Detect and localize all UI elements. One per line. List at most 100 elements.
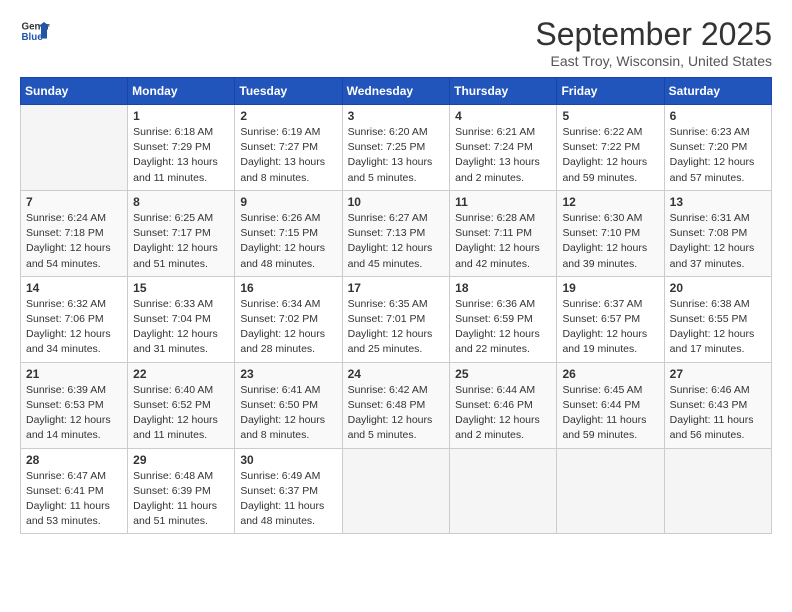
day-info: Sunrise: 6:31 AMSunset: 7:08 PMDaylight:… xyxy=(670,211,766,272)
day-info: Sunrise: 6:44 AMSunset: 6:46 PMDaylight:… xyxy=(455,383,551,444)
calendar-cell xyxy=(557,448,664,534)
calendar-cell: 2 Sunrise: 6:19 AMSunset: 7:27 PMDaylight… xyxy=(235,105,342,191)
day-info: Sunrise: 6:42 AMSunset: 6:48 PMDaylight:… xyxy=(348,383,445,444)
day-info: Sunrise: 6:47 AMSunset: 6:41 PMDaylight:… xyxy=(26,469,122,530)
day-number: 18 xyxy=(455,281,551,295)
day-number: 23 xyxy=(240,367,336,381)
day-info: Sunrise: 6:18 AMSunset: 7:29 PMDaylight:… xyxy=(133,125,229,186)
calendar-cell: 6 Sunrise: 6:23 AMSunset: 7:20 PMDaylight… xyxy=(664,105,771,191)
calendar-cell: 27 Sunrise: 6:46 AMSunset: 6:43 PMDayligh… xyxy=(664,362,771,448)
day-number: 29 xyxy=(133,453,229,467)
day-info: Sunrise: 6:25 AMSunset: 7:17 PMDaylight:… xyxy=(133,211,229,272)
calendar-cell: 5 Sunrise: 6:22 AMSunset: 7:22 PMDaylight… xyxy=(557,105,664,191)
calendar-cell: 4 Sunrise: 6:21 AMSunset: 7:24 PMDaylight… xyxy=(450,105,557,191)
day-info: Sunrise: 6:39 AMSunset: 6:53 PMDaylight:… xyxy=(26,383,122,444)
calendar-cell: 11Sunrise: 6:28 AMSunset: 7:11 PMDayligh… xyxy=(450,190,557,276)
col-wednesday: Wednesday xyxy=(342,78,450,105)
logo: General Blue xyxy=(20,16,50,46)
day-number: 17 xyxy=(348,281,445,295)
calendar-cell: 7 Sunrise: 6:24 AMSunset: 7:18 PMDaylight… xyxy=(21,190,128,276)
day-number: 2 xyxy=(240,109,336,123)
col-sunday: Sunday xyxy=(21,78,128,105)
calendar-cell xyxy=(21,105,128,191)
calendar-cell: 23 Sunrise: 6:41 AMSunset: 6:50 PMDayligh… xyxy=(235,362,342,448)
calendar-cell: 1 Sunrise: 6:18 AMSunset: 7:29 PMDaylight… xyxy=(128,105,235,191)
day-info: Sunrise: 6:28 AMSunset: 7:11 PMDaylight:… xyxy=(455,211,551,272)
calendar-header-row: Sunday Monday Tuesday Wednesday Thursday… xyxy=(21,78,772,105)
calendar-cell: 29Sunrise: 6:48 AMSunset: 6:39 PMDayligh… xyxy=(128,448,235,534)
calendar-cell: 21 Sunrise: 6:39 AMSunset: 6:53 PMDayligh… xyxy=(21,362,128,448)
calendar-week-row: 1 Sunrise: 6:18 AMSunset: 7:29 PMDaylight… xyxy=(21,105,772,191)
day-number: 16 xyxy=(240,281,336,295)
calendar-week-row: 14 Sunrise: 6:32 AMSunset: 7:06 PMDayligh… xyxy=(21,276,772,362)
calendar-cell: 26Sunrise: 6:45 AMSunset: 6:44 PMDayligh… xyxy=(557,362,664,448)
day-info: Sunrise: 6:24 AMSunset: 7:18 PMDaylight:… xyxy=(26,211,122,272)
calendar-week-row: 28 Sunrise: 6:47 AMSunset: 6:41 PMDayligh… xyxy=(21,448,772,534)
month-title: September 2025 xyxy=(535,16,772,53)
calendar-cell: 14 Sunrise: 6:32 AMSunset: 7:06 PMDayligh… xyxy=(21,276,128,362)
day-info: Sunrise: 6:34 AMSunset: 7:02 PMDaylight:… xyxy=(240,297,336,358)
calendar-cell xyxy=(450,448,557,534)
day-info: Sunrise: 6:45 AMSunset: 6:44 PMDaylight:… xyxy=(562,383,658,444)
calendar-cell: 17Sunrise: 6:35 AMSunset: 7:01 PMDayligh… xyxy=(342,276,450,362)
day-info: Sunrise: 6:19 AMSunset: 7:27 PMDaylight:… xyxy=(240,125,336,186)
day-info: Sunrise: 6:41 AMSunset: 6:50 PMDaylight:… xyxy=(240,383,336,444)
day-info: Sunrise: 6:30 AMSunset: 7:10 PMDaylight:… xyxy=(562,211,658,272)
header: General Blue September 2025 East Troy, W… xyxy=(20,16,772,69)
day-number: 28 xyxy=(26,453,122,467)
day-number: 10 xyxy=(348,195,445,209)
day-info: Sunrise: 6:21 AMSunset: 7:24 PMDaylight:… xyxy=(455,125,551,186)
day-number: 5 xyxy=(562,109,658,123)
calendar-cell: 15Sunrise: 6:33 AMSunset: 7:04 PMDayligh… xyxy=(128,276,235,362)
col-thursday: Thursday xyxy=(450,78,557,105)
day-number: 19 xyxy=(562,281,658,295)
day-number: 13 xyxy=(670,195,766,209)
day-info: Sunrise: 6:49 AMSunset: 6:37 PMDaylight:… xyxy=(240,469,336,530)
day-number: 9 xyxy=(240,195,336,209)
calendar-cell: 9Sunrise: 6:26 AMSunset: 7:15 PMDaylight… xyxy=(235,190,342,276)
calendar-cell: 19Sunrise: 6:37 AMSunset: 6:57 PMDayligh… xyxy=(557,276,664,362)
col-tuesday: Tuesday xyxy=(235,78,342,105)
day-number: 27 xyxy=(670,367,766,381)
day-info: Sunrise: 6:38 AMSunset: 6:55 PMDaylight:… xyxy=(670,297,766,358)
day-number: 4 xyxy=(455,109,551,123)
calendar-week-row: 21 Sunrise: 6:39 AMSunset: 6:53 PMDayligh… xyxy=(21,362,772,448)
calendar-cell: 16 Sunrise: 6:34 AMSunset: 7:02 PMDayligh… xyxy=(235,276,342,362)
calendar-cell: 10Sunrise: 6:27 AMSunset: 7:13 PMDayligh… xyxy=(342,190,450,276)
day-number: 24 xyxy=(348,367,445,381)
logo-icon: General Blue xyxy=(20,16,50,46)
day-info: Sunrise: 6:22 AMSunset: 7:22 PMDaylight:… xyxy=(562,125,658,186)
calendar-cell: 8 Sunrise: 6:25 AMSunset: 7:17 PMDaylight… xyxy=(128,190,235,276)
calendar-cell: 22Sunrise: 6:40 AMSunset: 6:52 PMDayligh… xyxy=(128,362,235,448)
calendar-cell: 28 Sunrise: 6:47 AMSunset: 6:41 PMDayligh… xyxy=(21,448,128,534)
col-monday: Monday xyxy=(128,78,235,105)
day-number: 7 xyxy=(26,195,122,209)
calendar-cell: 3Sunrise: 6:20 AMSunset: 7:25 PMDaylight… xyxy=(342,105,450,191)
calendar-cell xyxy=(342,448,450,534)
day-info: Sunrise: 6:36 AMSunset: 6:59 PMDaylight:… xyxy=(455,297,551,358)
calendar-cell xyxy=(664,448,771,534)
calendar-cell: 30Sunrise: 6:49 AMSunset: 6:37 PMDayligh… xyxy=(235,448,342,534)
day-number: 1 xyxy=(133,109,229,123)
day-number: 8 xyxy=(133,195,229,209)
day-number: 25 xyxy=(455,367,551,381)
day-info: Sunrise: 6:32 AMSunset: 7:06 PMDaylight:… xyxy=(26,297,122,358)
day-number: 15 xyxy=(133,281,229,295)
day-number: 6 xyxy=(670,109,766,123)
calendar-cell: 18 Sunrise: 6:36 AMSunset: 6:59 PMDayligh… xyxy=(450,276,557,362)
calendar: Sunday Monday Tuesday Wednesday Thursday… xyxy=(20,77,772,534)
day-info: Sunrise: 6:23 AMSunset: 7:20 PMDaylight:… xyxy=(670,125,766,186)
day-number: 21 xyxy=(26,367,122,381)
day-info: Sunrise: 6:46 AMSunset: 6:43 PMDaylight:… xyxy=(670,383,766,444)
day-number: 14 xyxy=(26,281,122,295)
calendar-cell: 13 Sunrise: 6:31 AMSunset: 7:08 PMDayligh… xyxy=(664,190,771,276)
location-title: East Troy, Wisconsin, United States xyxy=(535,53,772,69)
col-saturday: Saturday xyxy=(664,78,771,105)
day-info: Sunrise: 6:20 AMSunset: 7:25 PMDaylight:… xyxy=(348,125,445,186)
day-number: 20 xyxy=(670,281,766,295)
day-info: Sunrise: 6:40 AMSunset: 6:52 PMDaylight:… xyxy=(133,383,229,444)
col-friday: Friday xyxy=(557,78,664,105)
calendar-week-row: 7 Sunrise: 6:24 AMSunset: 7:18 PMDaylight… xyxy=(21,190,772,276)
calendar-cell: 25 Sunrise: 6:44 AMSunset: 6:46 PMDayligh… xyxy=(450,362,557,448)
day-number: 12 xyxy=(562,195,658,209)
